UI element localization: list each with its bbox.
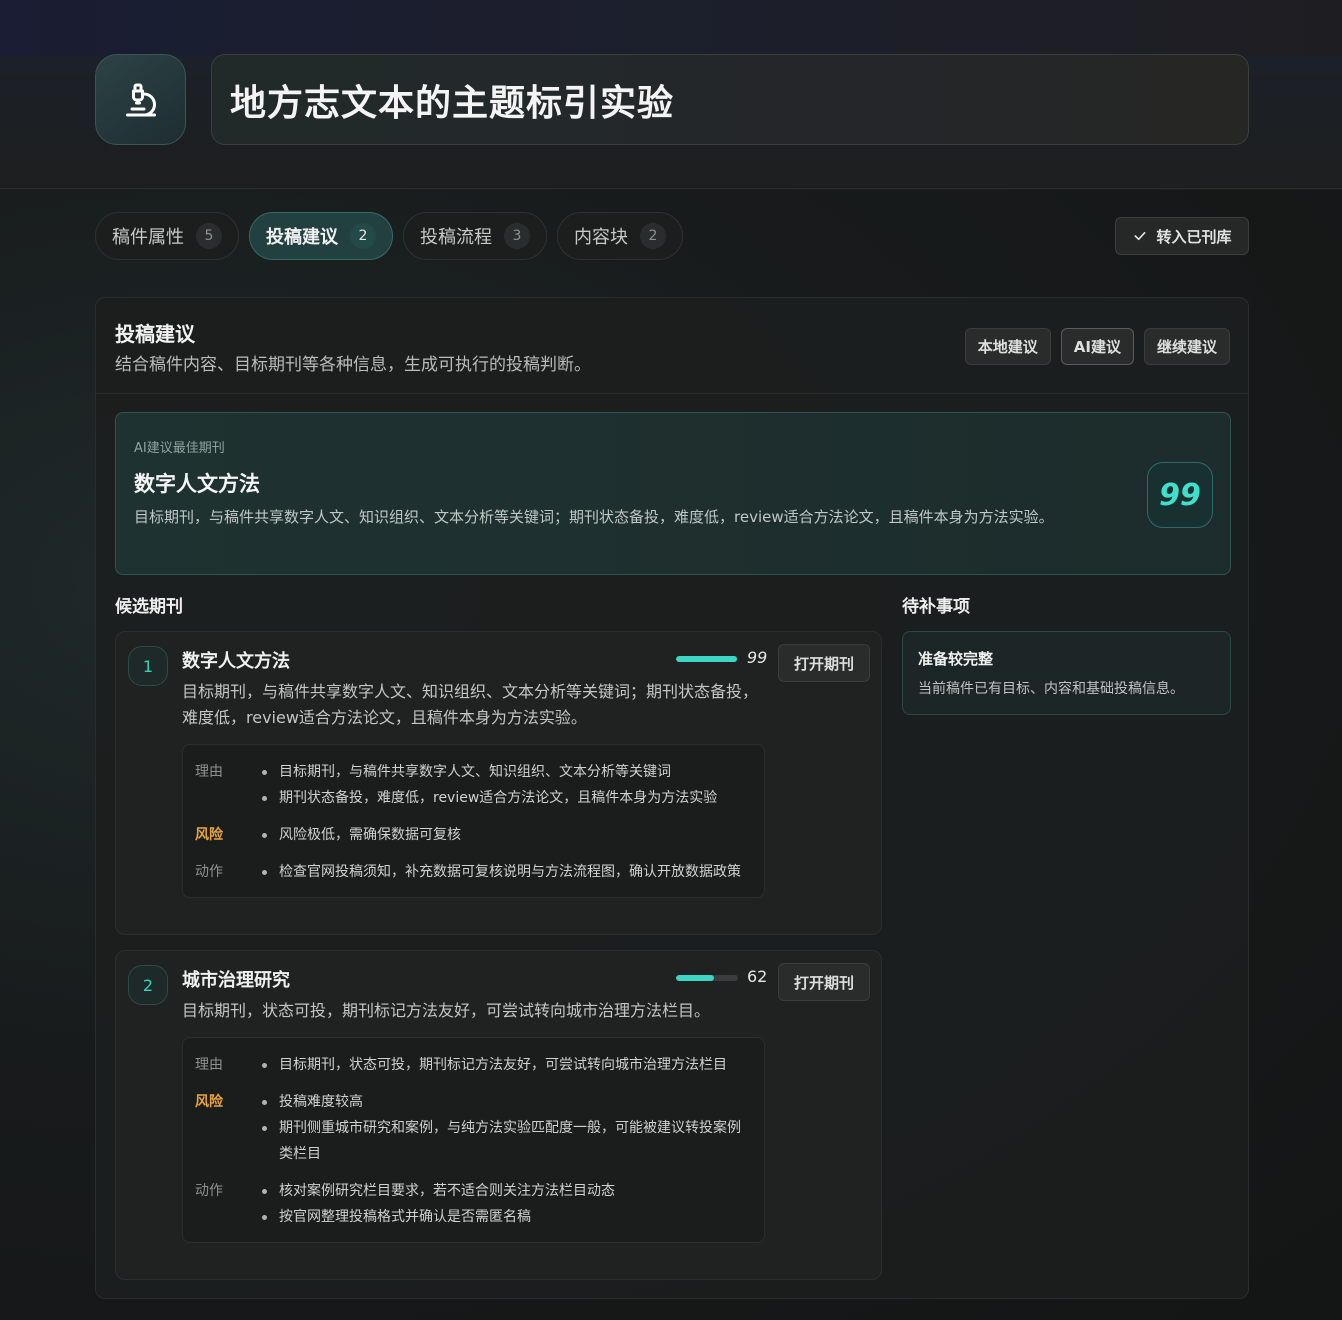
tab-count-badge: 5 bbox=[196, 223, 222, 249]
detail-list-item: 检查官网投稿须知，补充数据可复核说明与方法流程图，确认开放数据政策 bbox=[261, 859, 750, 885]
action-label: 动作 bbox=[195, 864, 223, 880]
local-advice-button[interactable]: 本地建议 bbox=[964, 328, 1051, 365]
candidate-score-bar bbox=[676, 975, 738, 981]
risk-label: 风险 bbox=[195, 827, 223, 843]
candidate-card: 1 数字人文方法 99 打开期刊 目标期刊，与稿件共享数字人文、知识组织、文本分… bbox=[115, 631, 882, 935]
tab-manuscript-attributes[interactable]: 稿件属性 5 bbox=[95, 212, 239, 260]
reason-list: 目标期刊，状态可投，期刊标记方法友好，可尝试转向城市治理方法栏目 bbox=[261, 1052, 750, 1078]
reason-label: 理由 bbox=[195, 1057, 223, 1073]
reason-row: 理由 目标期刊，状态可投，期刊标记方法友好，可尝试转向城市治理方法栏目 bbox=[195, 1052, 750, 1078]
risk-label: 风险 bbox=[195, 1094, 223, 1110]
candidate-detail: 理由 目标期刊，与稿件共享数字人文、知识组织、文本分析等关键词 期刊状态备投，难度… bbox=[182, 744, 765, 898]
best-journal-card: AI建议最佳期刊 数字人文方法 目标期刊，与稿件共享数字人文、知识组织、文本分析… bbox=[115, 412, 1231, 575]
action-row: 动作 检查官网投稿须知，补充数据可复核说明与方法流程图，确认开放数据政策 bbox=[195, 859, 750, 885]
candidates-section-title: 候选期刊 bbox=[115, 597, 183, 617]
candidate-score-bar bbox=[676, 656, 738, 662]
advice-mode-buttons: 本地建议 AI建议 继续建议 bbox=[964, 328, 1230, 365]
reason-list: 目标期刊，与稿件共享数字人文、知识组织、文本分析等关键词 期刊状态备投，难度低，r… bbox=[261, 759, 750, 811]
check-icon bbox=[1135, 231, 1146, 241]
tab-bar: 稿件属性 5 投稿建议 2 投稿流程 3 内容块 2 bbox=[95, 212, 683, 260]
tab-submission-process[interactable]: 投稿流程 3 bbox=[403, 212, 547, 260]
risk-row: 风险 风险极低，需确保数据可复核 bbox=[195, 822, 750, 848]
candidate-index: 1 bbox=[128, 646, 168, 686]
risk-list: 风险极低，需确保数据可复核 bbox=[261, 822, 750, 848]
todo-title: 准备较完整 bbox=[918, 650, 994, 668]
detail-list-item: 核对案例研究栏目要求，若不适合则关注方法栏目动态 bbox=[261, 1178, 750, 1204]
candidate-desc: 目标期刊，与稿件共享数字人文、知识组织、文本分析等关键词；期刊状态备投，难度低，… bbox=[182, 682, 759, 727]
detail-list-item: 期刊侧重城市研究和案例，与纯方法实验匹配度一般，可能被建议转投案例类栏目 bbox=[261, 1115, 750, 1167]
move-to-published-label: 转入已刊库 bbox=[1156, 227, 1232, 246]
open-journal-button[interactable]: 打开期刊 bbox=[778, 644, 870, 682]
todo-desc: 当前稿件已有目标、内容和基础投稿信息。 bbox=[918, 681, 1184, 697]
detail-list-item: 目标期刊，与稿件共享数字人文、知识组织、文本分析等关键词 bbox=[261, 759, 750, 785]
candidate-name: 城市治理研究 bbox=[182, 970, 290, 991]
tab-label: 投稿流程 bbox=[420, 227, 492, 248]
tab-content-blocks[interactable]: 内容块 2 bbox=[557, 212, 683, 260]
panel-header: 投稿建议 结合稿件内容、目标期刊等各种信息，生成可执行的投稿判断。 本地建议 A… bbox=[96, 298, 1248, 394]
candidate-score-fill bbox=[676, 975, 715, 981]
best-journal-score: 99 bbox=[1147, 462, 1213, 528]
action-list: 检查官网投稿须知，补充数据可复核说明与方法流程图，确认开放数据政策 bbox=[261, 859, 750, 885]
tab-label: 内容块 bbox=[574, 227, 628, 248]
tab-label: 投稿建议 bbox=[266, 227, 338, 248]
title-box[interactable]: 地方志文本的主题标引实验 bbox=[211, 54, 1249, 145]
risk-row: 风险 投稿难度较高 期刊侧重城市研究和案例，与纯方法实验匹配度一般，可能被建议转投… bbox=[195, 1089, 750, 1167]
detail-list-item: 期刊状态备投，难度低，review适合方法论文，且稿件本身为方法实验 bbox=[261, 785, 750, 811]
tab-count-badge: 2 bbox=[640, 223, 666, 249]
candidate-score-fill bbox=[676, 656, 738, 662]
risk-list: 投稿难度较高 期刊侧重城市研究和案例，与纯方法实验匹配度一般，可能被建议转投案例类… bbox=[261, 1089, 750, 1167]
detail-list-item: 风险极低，需确保数据可复核 bbox=[261, 822, 750, 848]
tab-count-badge: 3 bbox=[504, 223, 530, 249]
candidate-detail: 理由 目标期刊，状态可投，期刊标记方法友好，可尝试转向城市治理方法栏目 风险 投… bbox=[182, 1037, 765, 1243]
candidate-score: 99 bbox=[747, 648, 768, 667]
move-to-published-button[interactable]: 转入已刊库 bbox=[1115, 217, 1249, 255]
continue-advice-button[interactable]: 继续建议 bbox=[1143, 328, 1230, 365]
reason-row: 理由 目标期刊，与稿件共享数字人文、知识组织、文本分析等关键词 期刊状态备投，难度… bbox=[195, 759, 750, 811]
best-journal-desc: 目标期刊，与稿件共享数字人文、知识组织、文本分析等关键词；期刊状态备投，难度低，… bbox=[134, 508, 1054, 526]
action-row: 动作 核对案例研究栏目要求，若不适合则关注方法栏目动态 按官网整理投稿格式并确认是… bbox=[195, 1178, 750, 1230]
panel-title: 投稿建议 bbox=[115, 322, 195, 346]
ai-advice-button[interactable]: AI建议 bbox=[1060, 328, 1134, 365]
microscope-icon bbox=[125, 83, 156, 116]
advice-panel: 投稿建议 结合稿件内容、目标期刊等各种信息，生成可执行的投稿判断。 本地建议 A… bbox=[95, 297, 1249, 1299]
app-icon-tile bbox=[95, 54, 186, 145]
panel-subtitle: 结合稿件内容、目标期刊等各种信息，生成可执行的投稿判断。 bbox=[115, 355, 591, 375]
action-label: 动作 bbox=[195, 1183, 223, 1199]
page-title: 地方志文本的主题标引实验 bbox=[230, 82, 675, 124]
todo-section-title: 待补事项 bbox=[902, 597, 970, 617]
best-journal-name: 数字人文方法 bbox=[134, 472, 260, 496]
open-journal-button[interactable]: 打开期刊 bbox=[778, 963, 870, 1001]
best-journal-label: AI建议最佳期刊 bbox=[134, 441, 225, 456]
action-list: 核对案例研究栏目要求，若不适合则关注方法栏目动态 按官网整理投稿格式并确认是否需匿… bbox=[261, 1178, 750, 1230]
detail-list-item: 按官网整理投稿格式并确认是否需匿名稿 bbox=[261, 1204, 750, 1230]
detail-list-item: 目标期刊，状态可投，期刊标记方法友好，可尝试转向城市治理方法栏目 bbox=[261, 1052, 750, 1078]
candidate-desc: 目标期刊，状态可投，期刊标记方法友好，可尝试转向城市治理方法栏目。 bbox=[182, 1001, 711, 1020]
candidate-index: 2 bbox=[128, 965, 168, 1005]
tab-count-badge: 2 bbox=[350, 223, 376, 249]
candidate-score: 62 bbox=[747, 967, 768, 986]
candidate-card: 2 城市治理研究 62 打开期刊 目标期刊，状态可投，期刊标记方法友好，可尝试转… bbox=[115, 950, 882, 1280]
reason-label: 理由 bbox=[195, 764, 223, 780]
detail-list-item: 投稿难度较高 bbox=[261, 1089, 750, 1115]
tab-label: 稿件属性 bbox=[112, 227, 184, 248]
tab-submission-advice[interactable]: 投稿建议 2 bbox=[249, 212, 393, 260]
candidate-name: 数字人文方法 bbox=[182, 651, 290, 672]
todo-card: 准备较完整 当前稿件已有目标、内容和基础投稿信息。 bbox=[902, 631, 1231, 715]
